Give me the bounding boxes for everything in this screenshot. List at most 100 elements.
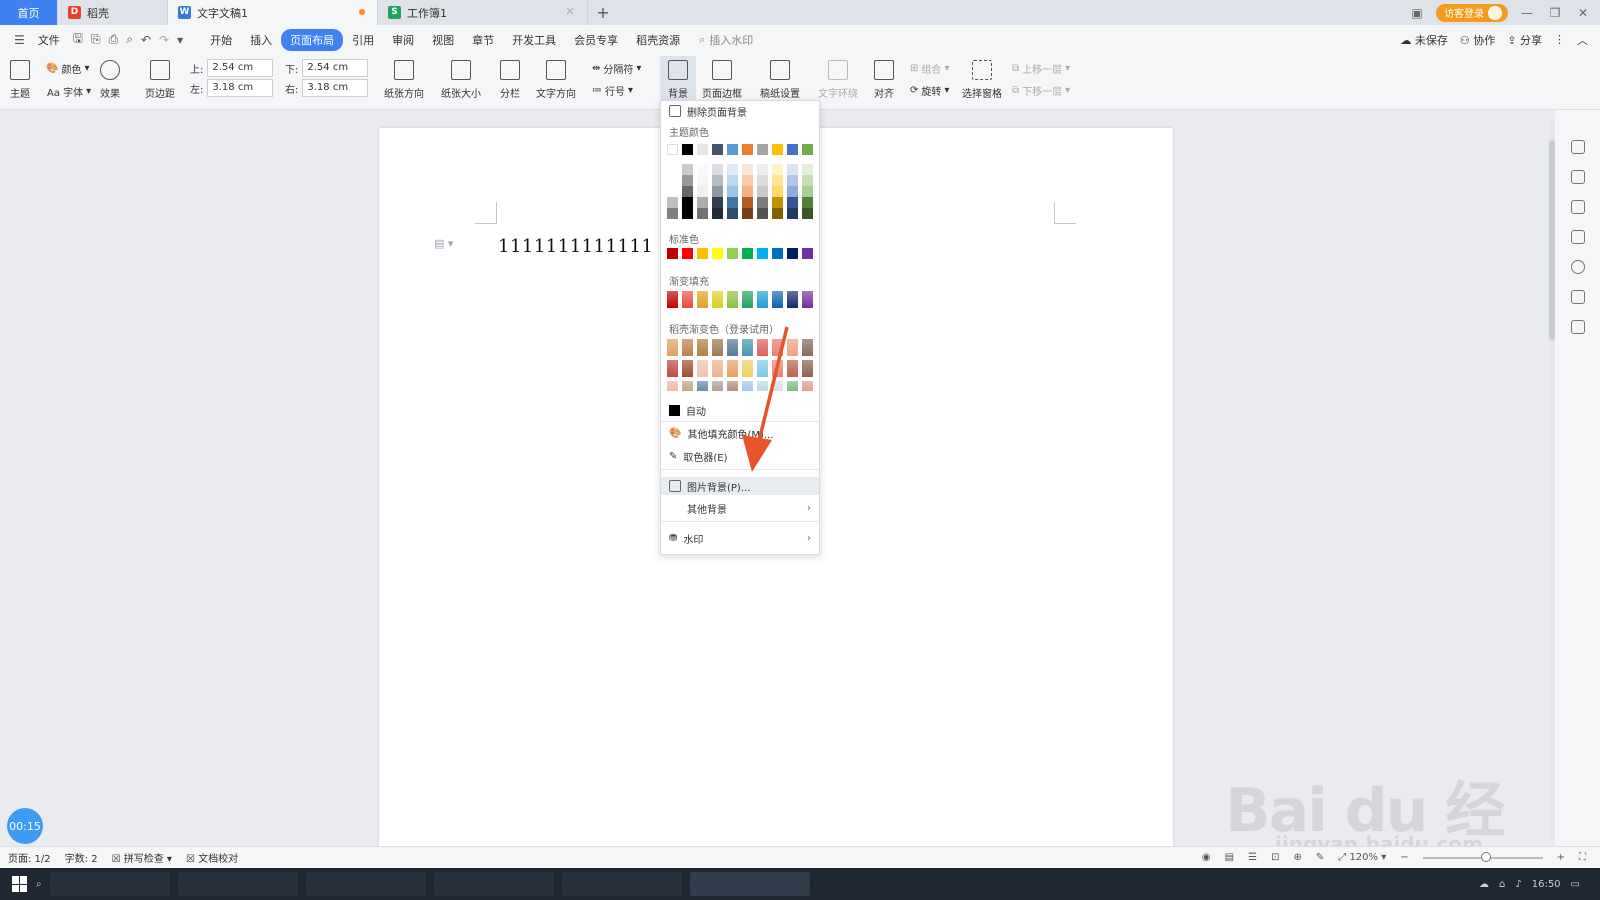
standard-color-swatch[interactable] — [727, 248, 738, 259]
margin-top-input[interactable]: 2.54 cm — [207, 59, 274, 77]
daoke-gradient-swatch[interactable] — [802, 381, 813, 391]
standard-color-swatch[interactable] — [712, 248, 723, 259]
color-button[interactable]: 🎨 颜色 ▾ — [46, 61, 89, 76]
bring-forward-button[interactable]: ⧉ 上移一层 ▾ — [1012, 61, 1070, 76]
theme-shade-swatch[interactable] — [757, 186, 768, 197]
style-icon[interactable] — [1570, 140, 1585, 154]
theme-shade-swatch[interactable] — [787, 175, 798, 186]
gradient-fill-swatch[interactable] — [667, 291, 678, 308]
standard-color-swatch[interactable] — [682, 248, 693, 259]
hamburger-icon[interactable]: ☰ — [10, 33, 29, 47]
zoom-in-icon[interactable]: + — [1557, 852, 1565, 863]
margin-right-field[interactable]: 右: 3.18 cm — [285, 79, 369, 97]
standard-color-swatch[interactable] — [757, 248, 768, 259]
daoke-gradient-swatch[interactable] — [787, 360, 798, 377]
auto-color-item[interactable]: 自动 — [661, 401, 819, 419]
daoke-gradient-swatch[interactable] — [802, 360, 813, 377]
theme-shade-swatch[interactable] — [772, 197, 783, 208]
standard-color-swatch[interactable] — [697, 248, 708, 259]
standard-color-swatch[interactable] — [802, 248, 813, 259]
daoke-gradient-swatch[interactable] — [682, 339, 693, 356]
menu-member[interactable]: 会员专享 — [565, 29, 627, 51]
sliders-icon[interactable] — [1570, 230, 1585, 244]
theme-shade-swatch[interactable] — [667, 164, 678, 175]
gradient-fill-swatch[interactable] — [802, 291, 813, 308]
gradient-fill-swatch[interactable] — [712, 291, 723, 308]
menu-dev-tools[interactable]: 开发工具 — [503, 29, 565, 51]
margin-left-input[interactable]: 3.18 cm — [207, 79, 274, 97]
theme-shade-swatch[interactable] — [682, 175, 693, 186]
document-text[interactable]: 1111111111111 — [498, 236, 653, 257]
theme-shade-swatch[interactable] — [802, 208, 813, 219]
daoke-gradient-swatch[interactable] — [682, 360, 693, 377]
tab-doc[interactable]: W 文字文稿1 — [168, 0, 378, 25]
theme-shade-swatch[interactable] — [772, 175, 783, 186]
effect-button[interactable]: 效果 — [100, 60, 120, 100]
daoke-gradient-swatch[interactable] — [727, 360, 738, 377]
theme-shade-swatch[interactable] — [712, 175, 723, 186]
login-button[interactable]: 访客登录 — [1436, 3, 1508, 22]
theme-shade-swatch[interactable] — [802, 197, 813, 208]
share-button[interactable]: ⇪ 分享 — [1507, 32, 1542, 48]
menu-file[interactable]: 文件 — [29, 29, 69, 51]
theme-shade-swatch[interactable] — [772, 208, 783, 219]
daoke-gradient-swatch[interactable] — [712, 360, 723, 377]
zoom-level[interactable]: ⤢ 120% ▾ — [1338, 852, 1386, 863]
taskbar-app-wps[interactable] — [689, 872, 810, 896]
theme-shade-swatch[interactable] — [727, 197, 738, 208]
background-button[interactable]: 背景 — [660, 56, 696, 100]
menu-daoke-resources[interactable]: 稻壳资源 — [627, 29, 689, 51]
paragraph-handle-icon[interactable]: ▤ ▾ — [434, 237, 453, 250]
menu-chapter[interactable]: 章节 — [463, 29, 503, 51]
gradient-fill-swatch[interactable] — [682, 291, 693, 308]
daoke-gradient-swatch[interactable] — [697, 360, 708, 377]
volume-icon[interactable]: ♪ — [1515, 879, 1521, 890]
gradient-fill-swatch[interactable] — [697, 291, 708, 308]
daoke-gradient-swatch[interactable] — [757, 381, 768, 391]
daoke-gradient-swatch[interactable] — [787, 339, 798, 356]
theme-shade-swatch[interactable] — [697, 164, 708, 175]
layout-icon[interactable]: ▣ — [1408, 6, 1426, 20]
picture-bg-item[interactable]: 图片背景(P)... — [661, 477, 819, 495]
collapse-ribbon-icon[interactable]: ︿ — [1577, 32, 1588, 48]
tab-daoke[interactable]: D 稻壳 — [58, 0, 168, 25]
customize-icon[interactable]: ▾ — [173, 33, 187, 47]
daoke-gradient-swatch[interactable] — [667, 339, 678, 356]
line-number-button[interactable]: ≔ 行号 ▾ — [592, 83, 633, 98]
theme-shade-swatch[interactable] — [667, 208, 678, 219]
theme-shade-swatch[interactable] — [712, 197, 723, 208]
theme-shade-swatch[interactable] — [742, 197, 753, 208]
web-view-icon[interactable]: ⊡ — [1271, 852, 1279, 863]
taskbar-app[interactable] — [433, 872, 554, 896]
location-icon[interactable] — [1570, 320, 1585, 334]
outline-view-icon[interactable]: ☰ — [1248, 852, 1257, 863]
theme-color-swatch[interactable] — [742, 144, 753, 155]
theme-shade-swatch[interactable] — [787, 208, 798, 219]
theme-shade-swatch[interactable] — [727, 175, 738, 186]
daoke-gradient-swatch[interactable] — [742, 360, 753, 377]
margin-right-input[interactable]: 3.18 cm — [302, 79, 369, 97]
pen-icon[interactable] — [1570, 170, 1585, 184]
daoke-gradient-swatch[interactable] — [772, 360, 783, 377]
restore-icon[interactable]: ❐ — [1546, 6, 1564, 20]
theme-shade-swatch[interactable] — [682, 208, 693, 219]
daoke-gradient-swatch[interactable] — [667, 360, 678, 377]
text-wrap-button[interactable]: 文字环绕 — [818, 60, 858, 100]
page-border-button[interactable]: 页面边框 — [702, 60, 742, 100]
separator-button[interactable]: ⇹ 分隔符 ▾ — [592, 61, 641, 76]
new-tab-button[interactable]: + — [588, 0, 618, 25]
margin-bottom-input[interactable]: 2.54 cm — [302, 59, 369, 77]
network-icon[interactable]: ⌂ — [1499, 879, 1505, 890]
clock[interactable]: 16:50 — [1532, 879, 1561, 890]
daoke-gradient-swatch[interactable] — [727, 339, 738, 356]
theme-color-swatch[interactable] — [772, 144, 783, 155]
theme-shade-swatch[interactable] — [667, 186, 678, 197]
taskbar-app[interactable] — [177, 872, 298, 896]
daoke-gradient-swatch[interactable] — [772, 339, 783, 356]
zoom-slider[interactable] — [1422, 851, 1543, 862]
theme-shade-swatch[interactable] — [757, 175, 768, 186]
other-bg-item[interactable]: 其他背景 › — [661, 499, 819, 517]
daoke-gradient-swatch[interactable] — [697, 381, 708, 391]
theme-shade-swatch[interactable] — [742, 208, 753, 219]
command-search[interactable]: ⌕ 插入水印 — [689, 32, 763, 48]
